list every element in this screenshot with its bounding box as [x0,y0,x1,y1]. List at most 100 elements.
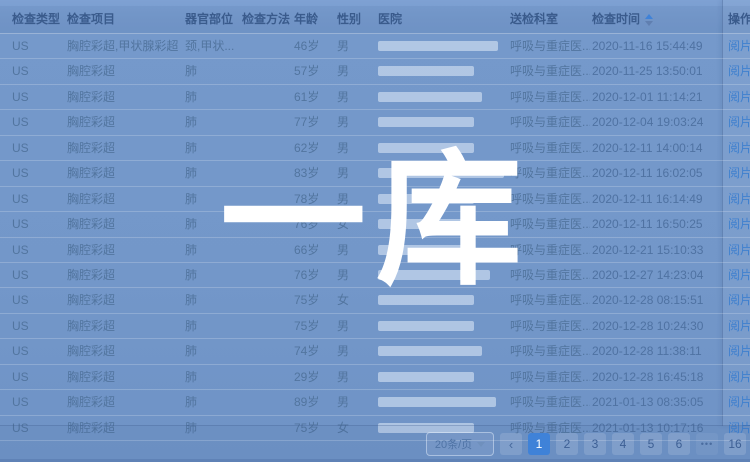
exam-time-cell: 2020-12-27 14:23:04 [592,263,724,287]
column-header-organ: 器官部位 [185,6,239,33]
table-row[interactable]: US 胸腔彩超 肺 76岁 男 呼吸与重症医... 2020-12-27 14:… [0,263,750,288]
table-row[interactable]: US 胸腔彩超 肺 75岁 女 呼吸与重症医... 2020-12-28 08:… [0,288,750,313]
read-film-link[interactable]: 阅片 [728,288,750,312]
gender-cell: 男 [337,161,373,185]
read-film-link[interactable]: 阅片 [728,238,750,262]
read-film-link[interactable]: 阅片 [728,59,750,83]
department-cell: 呼吸与重症医... [510,161,590,185]
table-row[interactable]: US 胸腔彩超 肺 76岁 女 呼吸与重症医... 2020-12-11 16:… [0,212,750,237]
page-button-3[interactable]: 3 [584,433,606,455]
hospital-cell [378,238,506,262]
table-row[interactable]: US 胸腔彩超 肺 62岁 男 呼吸与重症医... 2020-12-11 14:… [0,136,750,161]
department-cell: 呼吸与重症医... [510,314,590,338]
age-cell: 77岁 [294,110,334,134]
gender-cell: 男 [337,110,373,134]
exam-time-cell: 2020-12-21 15:10:33 [592,238,724,262]
read-film-link[interactable]: 阅片 [728,136,750,160]
age-cell: 78岁 [294,187,334,211]
page-size-select[interactable]: 20条/页 [426,432,494,456]
exam-item-cell: 胸腔彩超 [67,314,181,338]
table-row[interactable]: US 胸腔彩超 肺 78岁 男 呼吸与重症医... 2020-12-11 16:… [0,187,750,212]
table-header: 检查类型 检查项目 器官部位 检查方法 年龄 性别 医院 送检科室 检查时间 操… [0,6,750,34]
organ-cell: 肺 [185,187,239,211]
exam-method-cell [242,187,290,211]
table-row[interactable]: US 胸腔彩超 肺 66岁 男 呼吸与重症医... 2020-12-21 15:… [0,238,750,263]
page-button-1[interactable]: 1 [528,433,550,455]
exam-time-cell: 2020-11-16 15:44:49 [592,34,724,58]
table-row[interactable]: US 胸腔彩超 肺 89岁 男 呼吸与重症医... 2021-01-13 08:… [0,390,750,415]
organ-cell: 肺 [185,136,239,160]
read-film-link[interactable]: 阅片 [728,212,750,236]
sort-carets[interactable] [645,14,653,26]
exam-type-cell: US [12,34,62,58]
gender-cell: 男 [337,339,373,363]
read-film-link[interactable]: 阅片 [728,161,750,185]
page-button-2[interactable]: 2 [556,433,578,455]
table-row[interactable]: US 胸腔彩超 肺 57岁 男 呼吸与重症医... 2020-11-25 13:… [0,59,750,84]
exam-method-cell [242,85,290,109]
table-row[interactable]: US 胸腔彩超 肺 74岁 男 呼吸与重症医... 2020-12-28 11:… [0,339,750,364]
read-film-link[interactable]: 阅片 [728,85,750,109]
read-film-link[interactable]: 阅片 [728,34,750,58]
hospital-redacted-block [378,245,474,255]
column-header-exam-time[interactable]: 检查时间 [592,6,724,33]
exam-method-cell [242,161,290,185]
organ-cell: 肺 [185,288,239,312]
sort-descending-icon[interactable] [645,21,653,26]
exam-item-cell: 胸腔彩超 [67,110,181,134]
organ-cell: 肺 [185,110,239,134]
gender-cell: 男 [337,263,373,287]
exam-time-cell: 2020-12-11 16:02:05 [592,161,724,185]
exam-item-cell: 胸腔彩超 [67,187,181,211]
exam-time-cell: 2020-12-11 14:00:14 [592,136,724,160]
age-cell: 74岁 [294,339,334,363]
page-button-6[interactable]: 6 [668,433,690,455]
table-row[interactable]: US 胸腔彩超 肺 61岁 男 呼吸与重症医... 2020-12-01 11:… [0,85,750,110]
gender-cell: 女 [337,212,373,236]
age-cell: 75岁 [294,314,334,338]
exam-method-cell [242,314,290,338]
exam-type-cell: US [12,238,62,262]
read-film-link[interactable]: 阅片 [728,314,750,338]
exam-time-cell: 2020-12-28 08:15:51 [592,288,724,312]
hospital-cell [378,110,506,134]
exam-item-cell: 胸腔彩超 [67,212,181,236]
hospital-redacted-block [378,219,466,229]
organ-cell: 肺 [185,212,239,236]
read-film-link[interactable]: 阅片 [728,339,750,363]
table-row[interactable]: US 胸腔彩超 肺 77岁 男 呼吸与重症医... 2020-12-04 19:… [0,110,750,135]
sort-ascending-icon[interactable] [645,14,653,19]
hospital-cell [378,187,506,211]
read-film-link[interactable]: 阅片 [728,365,750,389]
page-button-16[interactable]: 16 [724,433,746,455]
department-cell: 呼吸与重症医... [510,390,590,414]
hospital-cell [378,339,506,363]
page-button-4[interactable]: 4 [612,433,634,455]
read-film-link[interactable]: 阅片 [728,110,750,134]
hospital-redacted-block [378,321,474,331]
exam-type-cell: US [12,339,62,363]
read-film-link[interactable]: 阅片 [728,263,750,287]
exam-time-cell: 2020-12-11 16:14:49 [592,187,724,211]
hospital-cell [378,161,506,185]
more-pages-button[interactable]: ••• [696,433,718,455]
page-list: 123456 ••• 16 [528,433,746,455]
exam-item-cell: 胸腔彩超 [67,263,181,287]
page-button-5[interactable]: 5 [640,433,662,455]
exam-item-cell: 胸腔彩超 [67,365,181,389]
table-row[interactable]: US 胸腔彩超 肺 75岁 男 呼吸与重症医... 2020-12-28 10:… [0,314,750,339]
prev-page-button[interactable]: ‹ [500,433,522,455]
table-row[interactable]: US 胸腔彩超 肺 83岁 男 呼吸与重症医... 2020-12-11 16:… [0,161,750,186]
hospital-redacted-block [378,295,474,305]
hospital-redacted-block [378,194,474,204]
table-row[interactable]: US 胸腔彩超 肺 29岁 男 呼吸与重症医... 2020-12-28 16:… [0,365,750,390]
hospital-redacted-block [378,41,498,51]
exam-method-cell [242,339,290,363]
age-cell: 76岁 [294,263,334,287]
table-row[interactable]: US 胸腔彩超,甲状腺彩超 颈,甲状... 46岁 男 呼吸与重症医... 20… [0,34,750,59]
read-film-link[interactable]: 阅片 [728,390,750,414]
read-film-link[interactable]: 阅片 [728,187,750,211]
exam-type-cell: US [12,314,62,338]
hospital-cell [378,263,506,287]
chevron-down-icon [477,442,485,447]
